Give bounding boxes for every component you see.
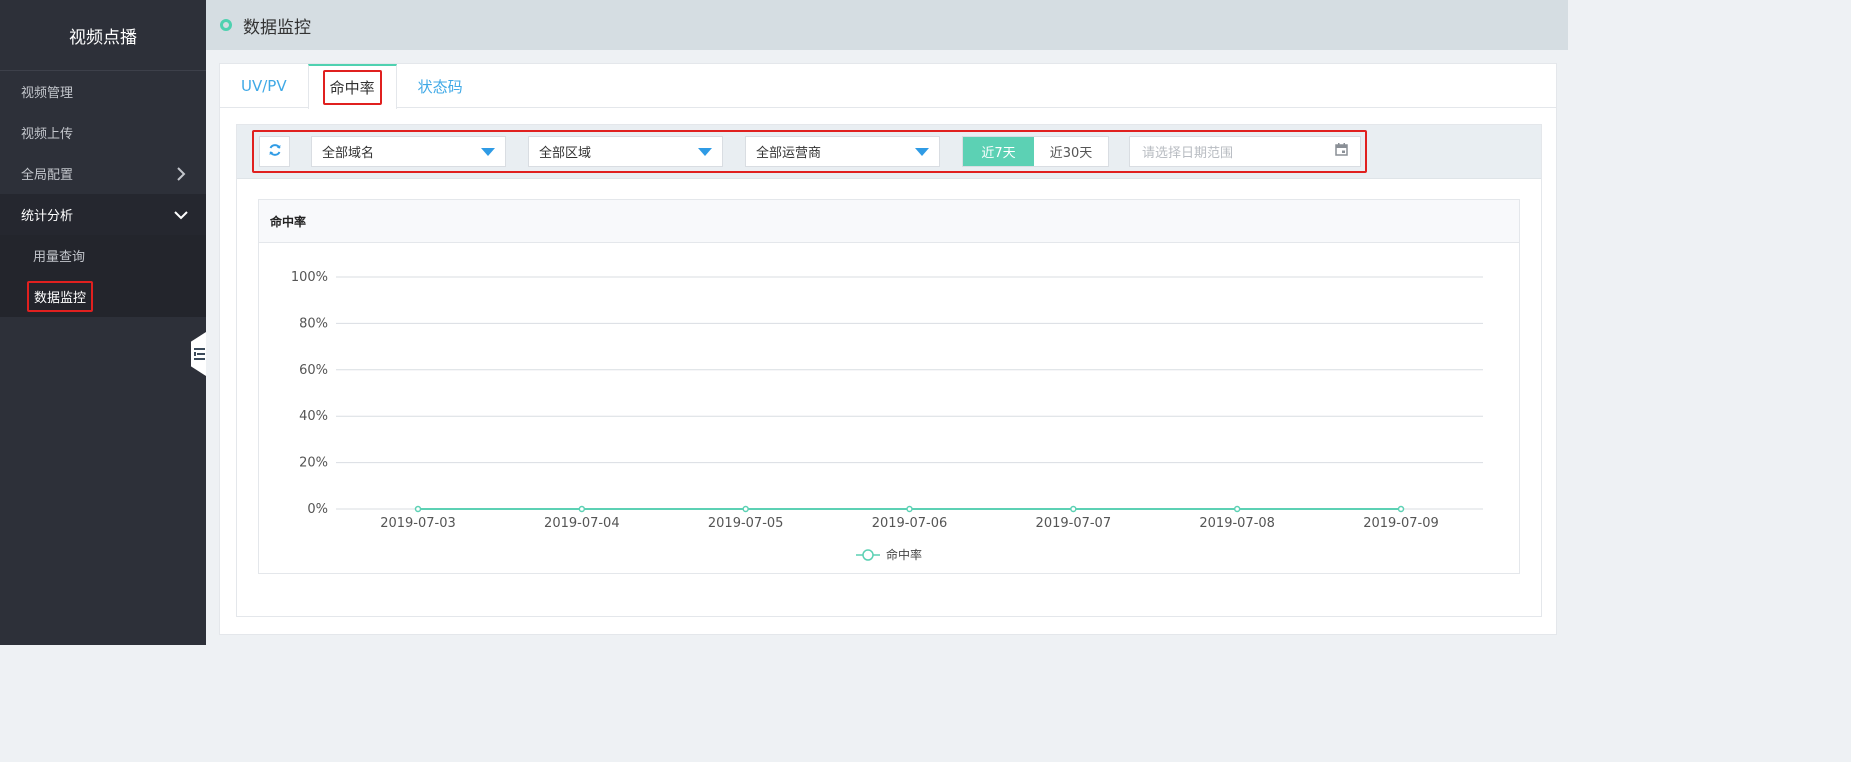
tab-bar: UV/PV 命中率 状态码 bbox=[220, 64, 1556, 109]
sidebar-item-usage-query[interactable]: 用量查询 bbox=[0, 235, 206, 276]
x-tick-label: 2019-07-08 bbox=[1199, 516, 1275, 531]
page-header: 数据监控 bbox=[206, 0, 1568, 50]
region-select[interactable]: 全部区域 bbox=[528, 136, 723, 167]
date-range-input[interactable]: 请选择日期范围 bbox=[1129, 136, 1361, 167]
data-point bbox=[578, 505, 586, 513]
data-point bbox=[742, 505, 749, 513]
chevron-down-icon bbox=[172, 206, 190, 224]
data-point bbox=[1233, 505, 1241, 513]
data-point bbox=[906, 505, 913, 513]
refresh-icon bbox=[268, 142, 282, 161]
legend-marker bbox=[862, 549, 874, 561]
sidebar-item-label: 全局配置 bbox=[21, 168, 74, 183]
caret-down-icon bbox=[915, 147, 929, 156]
tab-uv-pv[interactable]: UV/PV bbox=[220, 64, 308, 108]
sidebar-item-label: 视频上传 bbox=[21, 127, 74, 142]
sidebar-item-label: 视频管理 bbox=[21, 86, 74, 101]
caret-down-icon bbox=[698, 147, 712, 156]
chart-title: 命中率 bbox=[259, 200, 1519, 243]
range-toggle: 近7天 近30天 bbox=[962, 136, 1109, 167]
range-7-days-button[interactable]: 近7天 bbox=[963, 137, 1034, 166]
chevron-right-icon bbox=[172, 165, 190, 183]
x-tick-label: 2019-07-03 bbox=[380, 516, 456, 531]
x-tick-label: 2019-07-07 bbox=[1036, 516, 1112, 531]
y-tick-label: 40% bbox=[299, 409, 328, 424]
y-tick-label: 0% bbox=[307, 502, 328, 517]
tab-content: 全部域名 全部区域 全部运营商 近7天 近30天 请选择日期范围 命中率 100… bbox=[236, 124, 1542, 617]
domain-select-value: 全部域名 bbox=[322, 146, 375, 161]
caret-down-icon bbox=[481, 147, 495, 156]
tab-label: 命中率 bbox=[322, 70, 382, 105]
hit-rate-chart: 100% 80% 60% 40% 20% 0% 2019-07-03 2019-07-04 20… bbox=[291, 270, 1483, 562]
isp-select-value: 全部运营商 bbox=[756, 146, 822, 161]
refresh-button[interactable] bbox=[259, 136, 290, 167]
y-tick-label: 80% bbox=[299, 316, 328, 331]
sidebar-item-video-upload[interactable]: 视频上传 bbox=[0, 112, 206, 153]
sidebar: 视频点播 视频管理 视频上传 全局配置 统计分析 用量查询 数据监控 bbox=[0, 0, 206, 645]
range-30-days-button[interactable]: 近30天 bbox=[1034, 137, 1108, 166]
sidebar-item-video-manage[interactable]: 视频管理 bbox=[0, 71, 206, 112]
tab-status-code[interactable]: 状态码 bbox=[397, 64, 484, 108]
date-range-placeholder: 请选择日期范围 bbox=[1142, 146, 1234, 161]
y-tick-label: 60% bbox=[299, 363, 328, 378]
x-tick-label: 2019-07-04 bbox=[544, 516, 620, 531]
hit-rate-chart-panel: 命中率 100% 80% 60% 40% 20% 0% 2019-07-03 2019-07-… bbox=[258, 199, 1520, 574]
sidebar-item-global-config[interactable]: 全局配置 bbox=[0, 153, 206, 194]
sidebar-item-label: 数据监控 bbox=[27, 281, 94, 312]
domain-select[interactable]: 全部域名 bbox=[311, 136, 506, 167]
sidebar-item-label: 用量查询 bbox=[33, 250, 86, 265]
data-point bbox=[1070, 505, 1077, 513]
y-tick-label: 100% bbox=[291, 270, 328, 285]
x-tick-label: 2019-07-09 bbox=[1363, 516, 1439, 531]
calendar-icon bbox=[1335, 143, 1348, 160]
data-point bbox=[1397, 505, 1405, 513]
tab-hit-rate[interactable]: 命中率 bbox=[307, 64, 397, 109]
legend-label: 命中率 bbox=[886, 547, 922, 562]
x-tick-label: 2019-07-06 bbox=[872, 516, 948, 531]
filter-bar: 全部域名 全部区域 全部运营商 近7天 近30天 请选择日期范围 bbox=[237, 125, 1541, 179]
region-select-value: 全部区域 bbox=[539, 146, 592, 161]
sidebar-item-label: 统计分析 bbox=[21, 209, 74, 224]
page-title: 数据监控 bbox=[243, 17, 311, 38]
data-point bbox=[414, 505, 422, 513]
x-tick-label: 2019-07-05 bbox=[708, 516, 784, 531]
collapse-menu-icon[interactable] bbox=[191, 332, 206, 376]
sidebar-item-statistics[interactable]: 统计分析 bbox=[0, 194, 206, 235]
y-tick-label: 20% bbox=[299, 456, 328, 471]
app-brand: 视频点播 bbox=[0, 0, 206, 71]
isp-select[interactable]: 全部运营商 bbox=[745, 136, 940, 167]
sidebar-submenu: 用量查询 数据监控 bbox=[0, 235, 206, 317]
sidebar-item-data-monitor[interactable]: 数据监控 bbox=[0, 276, 206, 317]
main-card: UV/PV 命中率 状态码 全部域名 全部区域 全部运营商 近7天 近30天 请… bbox=[219, 63, 1557, 635]
status-dot-icon bbox=[220, 19, 232, 31]
